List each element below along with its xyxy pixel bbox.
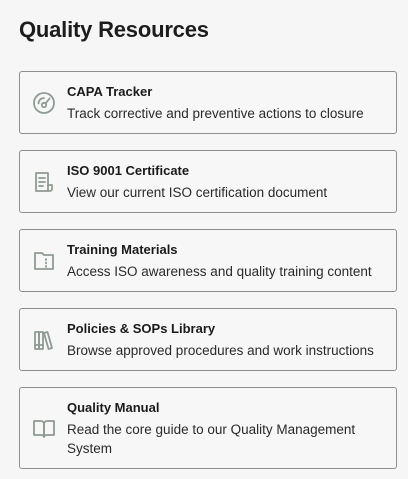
resource-description: Track corrective and preventive actions … [67,105,364,121]
certificate-icon [31,169,57,195]
resource-title: CAPA Tracker [67,83,153,99]
resource-description: Browse approved procedures and work inst… [67,342,374,358]
resource-card-policies-sops[interactable]: Policies & SOPs Library Browse approved … [19,308,397,371]
resource-description: Access ISO awareness and quality trainin… [67,263,372,279]
resource-description: Read the core guide to our Quality Manag… [67,421,356,456]
resource-title: ISO 9001 Certificate [67,162,190,178]
resource-title: Policies & SOPs Library [67,320,216,336]
folder-icon [31,248,57,274]
books-icon [31,327,57,353]
resource-list: CAPA Tracker Track corrective and preven… [19,71,397,469]
resource-card-quality-manual[interactable]: Quality Manual Read the core guide to ou… [19,387,397,469]
resource-title: Training Materials [67,241,178,257]
resource-description: View our current ISO certification docum… [67,184,328,200]
resource-title: Quality Manual [67,399,160,415]
resource-card-training-materials[interactable]: Training Materials Access ISO awareness … [19,229,397,292]
resource-card-capa-tracker[interactable]: CAPA Tracker Track corrective and preven… [19,71,397,134]
quality-resources-page: Quality Resources CAPA Tracker Track cor… [0,0,408,479]
resource-card-iso-certificate[interactable]: ISO 9001 Certificate View our current IS… [19,150,397,213]
page-title: Quality Resources [19,17,209,42]
gauge-icon [31,90,57,116]
open-book-icon [31,415,57,441]
